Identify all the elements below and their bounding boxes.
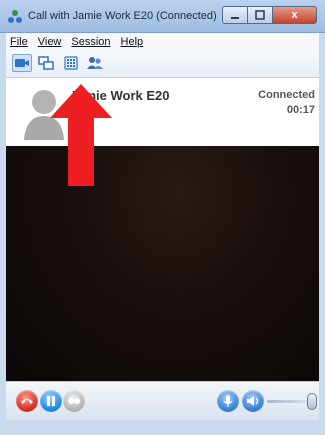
app-icon [8, 10, 22, 23]
speaker-button[interactable] [242, 390, 264, 412]
window-title: Call with Jamie Work E20 (Connected) [28, 10, 217, 22]
call-controls [6, 381, 319, 421]
pause-icon [47, 396, 55, 406]
close-button[interactable]: x [273, 6, 317, 24]
windows-icon [38, 56, 54, 70]
windows-button[interactable] [36, 54, 56, 72]
video-icon [15, 59, 29, 67]
call-status: Connected [258, 89, 315, 101]
dialpad-button[interactable] [61, 54, 81, 72]
hold-button[interactable] [40, 390, 62, 412]
contacts-button[interactable] [85, 54, 105, 72]
minimize-icon [231, 17, 239, 19]
menu-session[interactable]: Session [71, 36, 110, 48]
volume-slider-track[interactable] [267, 400, 311, 403]
maximize-icon [255, 10, 265, 20]
menu-help[interactable]: Help [121, 36, 144, 48]
end-call-button[interactable] [16, 390, 38, 412]
microphone-button[interactable] [217, 390, 239, 412]
microphone-icon [223, 395, 233, 407]
contacts-icon [87, 57, 103, 69]
menu-file[interactable]: File [10, 36, 28, 48]
title-bar[interactable]: Call with Jamie Work E20 (Connected) x [0, 0, 325, 33]
red-arrow-annotation [50, 84, 112, 186]
menu-bar: File View Session Help [6, 33, 319, 51]
call-timer: 00:17 [286, 104, 315, 116]
minimize-button[interactable] [222, 6, 248, 24]
dialpad-icon [64, 56, 78, 70]
volume-slider-thumb[interactable] [307, 393, 317, 410]
transfer-button[interactable] [63, 390, 85, 412]
maximize-button[interactable] [248, 6, 273, 24]
menu-view[interactable]: View [38, 36, 62, 48]
video-button[interactable] [12, 54, 32, 72]
transfer-icon [68, 398, 80, 404]
speaker-icon [247, 396, 259, 406]
window-frame-bottom [0, 420, 325, 435]
window-controls: x [222, 6, 317, 26]
hangup-icon [21, 399, 33, 404]
close-icon: x [291, 9, 298, 21]
call-window: Call with Jamie Work E20 (Connected) x F… [0, 0, 325, 435]
toolbar [6, 51, 319, 78]
